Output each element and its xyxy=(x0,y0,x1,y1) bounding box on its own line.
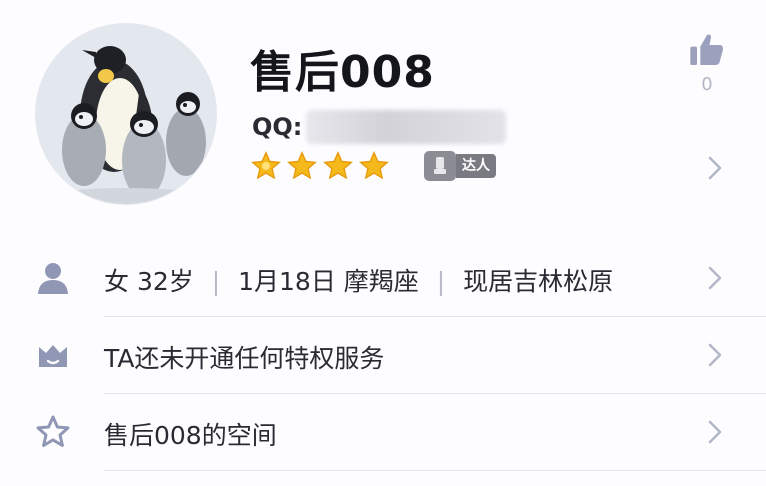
chevron-right-icon xyxy=(706,341,724,369)
separator: | xyxy=(436,267,446,296)
star-outline-icon xyxy=(34,414,72,450)
like-button[interactable]: 0 xyxy=(684,30,730,95)
zodiac: 摩羯座 xyxy=(343,267,419,296)
space-text: 售后008的空间 xyxy=(104,421,277,450)
privilege-text: TA还未开通任何特权服务 xyxy=(104,344,385,373)
chevron-right-icon xyxy=(706,264,724,292)
basic-info-text: 女 32岁 | 1月18日 摩羯座 | 现居吉林松原 xyxy=(104,262,613,298)
expert-badge-icon xyxy=(424,151,456,181)
star-icon xyxy=(323,151,353,180)
age: 32岁 xyxy=(136,267,194,296)
chevron-right-icon[interactable] xyxy=(706,154,724,182)
gender: 女 xyxy=(104,267,130,296)
person-icon xyxy=(34,260,72,296)
profile-header[interactable]: 售后008 QQ: 达人 0 xyxy=(0,0,766,240)
qq-number-row: QQ: xyxy=(252,110,507,144)
crown-icon xyxy=(34,337,72,373)
star-icon xyxy=(359,151,389,180)
location: 现居吉林松原 xyxy=(463,267,614,296)
level-stars[interactable]: 达人 xyxy=(250,150,496,182)
separator: | xyxy=(211,267,221,296)
avatar[interactable] xyxy=(36,24,216,204)
expert-badge[interactable]: 达人 xyxy=(424,151,496,181)
qq-label: QQ: xyxy=(252,113,303,141)
chevron-right-icon xyxy=(706,418,724,446)
star-icon xyxy=(251,151,281,180)
divider xyxy=(104,470,766,471)
qq-number-redacted xyxy=(306,110,507,144)
profile-name: 售后008 xyxy=(250,47,435,98)
like-count: 0 xyxy=(701,74,713,95)
thumbs-up-icon xyxy=(690,34,723,65)
expert-badge-label: 达人 xyxy=(456,154,496,178)
list-item-space[interactable]: 售后008的空间 xyxy=(0,394,766,470)
penguin-avatar-image xyxy=(36,24,216,204)
birthday: 1月18日 xyxy=(238,267,336,296)
list-item-basic-info[interactable]: 女 32岁 | 1月18日 摩羯座 | 现居吉林松原 xyxy=(0,240,766,316)
list-item-privilege[interactable]: TA还未开通任何特权服务 xyxy=(0,317,766,393)
star-icon xyxy=(287,151,317,180)
